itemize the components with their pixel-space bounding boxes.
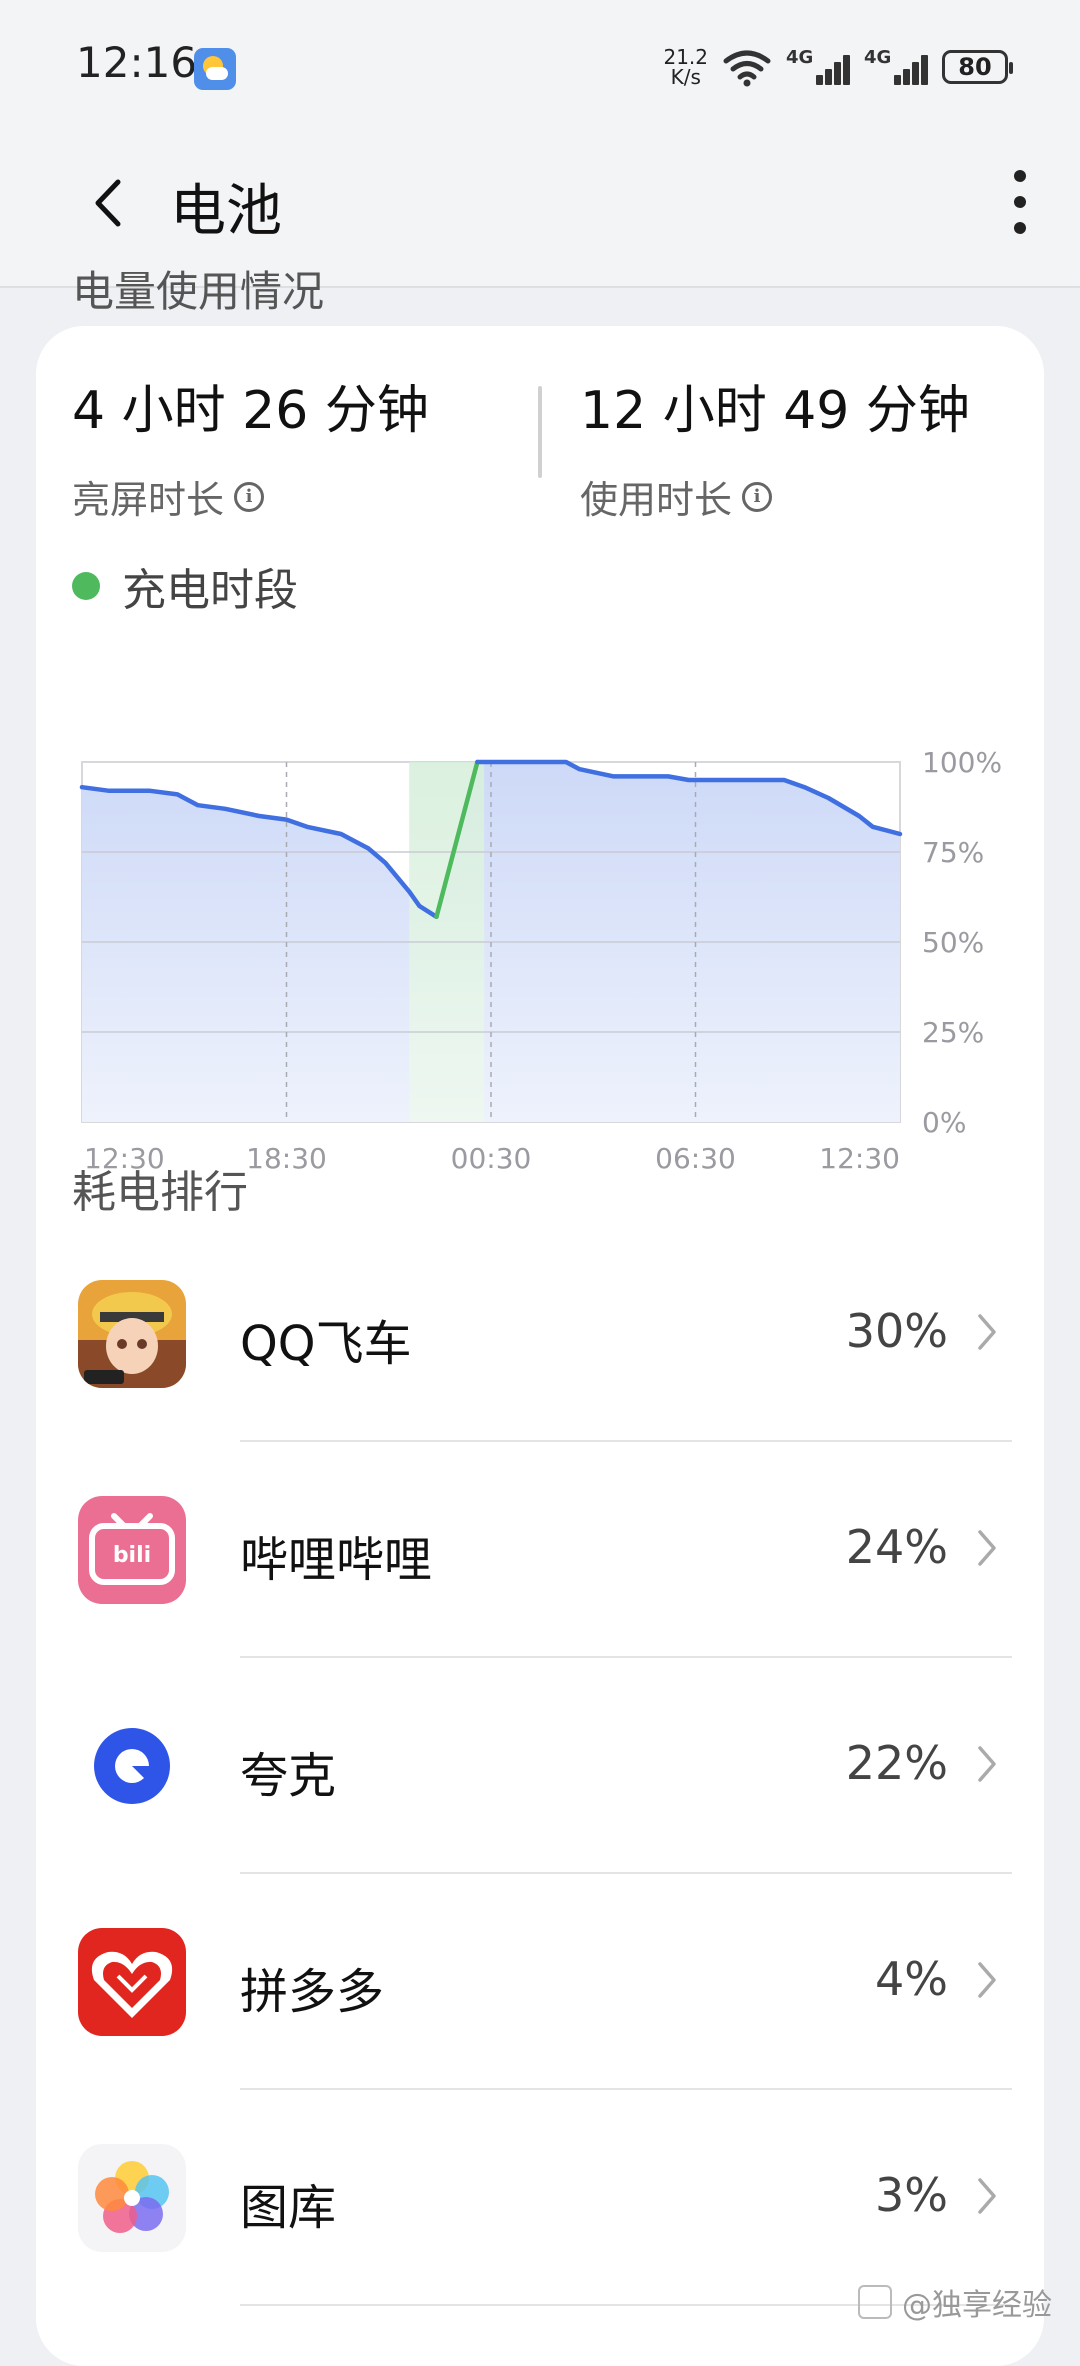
pinduoduo-icon (78, 1928, 186, 2036)
list-item[interactable]: QQ飞车 30% (36, 1226, 1044, 1442)
network-speed: 21.2 K/s (663, 45, 708, 89)
usage-time-label: 使用时长 i (580, 469, 970, 524)
battery-card: 4 小时 26 分钟 亮屏时长 i 12 小时 49 分钟 使用时长 i 充电时… (36, 326, 1044, 2366)
gallery-icon (78, 2144, 186, 2252)
x-tick-label: 12:30 (819, 1142, 900, 1175)
legend-label: 充电时段 (122, 565, 298, 616)
x-tick-label: 18:30 (246, 1142, 327, 1175)
stat-divider (538, 386, 542, 478)
chevron-right-icon (978, 1962, 996, 1998)
list-item[interactable]: bili 哔哩哔哩 24% (36, 1442, 1044, 1658)
list-item[interactable]: 图库 3% (36, 2090, 1044, 2306)
y-tick-label: 50% (922, 926, 984, 959)
app-name: 哔哩哔哩 (240, 1532, 433, 1588)
app-name: QQ飞车 (240, 1316, 412, 1372)
app-usage-percent: 4% (875, 1952, 948, 2006)
x-tick-label: 06:30 (655, 1142, 736, 1175)
chevron-right-icon (978, 2178, 996, 2214)
app-name: 图库 (240, 2180, 337, 2236)
info-icon[interactable]: i (234, 481, 265, 512)
screen-time-stat: 4 小时 26 分钟 亮屏时长 i (72, 368, 429, 524)
list-item[interactable]: 夸克 22% (36, 1658, 1044, 1874)
app-usage-percent: 22% (845, 1736, 948, 1790)
y-tick-label: 0% (922, 1106, 966, 1139)
app-name: 夸克 (240, 1748, 337, 1804)
more-options-icon[interactable] (1014, 170, 1026, 234)
chevron-right-icon (978, 1314, 996, 1350)
y-tick-label: 100% (922, 746, 1002, 779)
usage-time-value: 12 小时 49 分钟 (580, 381, 970, 441)
usage-time-stat: 12 小时 49 分钟 使用时长 i (580, 368, 970, 524)
section-title-usage: 电量使用情况 (72, 267, 325, 316)
info-icon[interactable]: i (742, 481, 773, 512)
battery-icon: 80 (942, 50, 1013, 84)
legend-dot (72, 572, 100, 600)
watermark-logo-icon (858, 2285, 892, 2319)
wifi-icon (723, 50, 771, 87)
chevron-right-icon (978, 1530, 996, 1566)
app-usage-percent: 3% (875, 2168, 948, 2222)
ranking-title: 耗电排行 (72, 1167, 248, 1218)
y-tick-label: 25% (922, 1016, 984, 1049)
screen-time-value: 4 小时 26 分钟 (72, 381, 429, 441)
app-ranking-list: QQ飞车 30% bili 哔哩哔哩 24% 夸克 22% 拼多多 4% 图库 … (36, 1226, 1044, 2306)
list-item[interactable]: 拼多多 4% (36, 1874, 1044, 2090)
status-bar: 12:16 21.2 K/s 4G 4G 80 (0, 0, 1080, 120)
status-indicators: 21.2 K/s 4G 4G 80 (663, 42, 1013, 92)
y-tick-label: 75% (922, 836, 984, 869)
back-arrow-icon[interactable] (88, 178, 128, 228)
app-name: 拼多多 (240, 1964, 385, 2020)
chevron-right-icon (978, 1746, 996, 1782)
app-usage-percent: 30% (845, 1304, 948, 1358)
qq-speed-icon (78, 1280, 186, 1388)
watermark: @独享经验 (858, 2280, 1052, 2324)
svg-text:bili: bili (113, 1543, 151, 1568)
page-title: 电池 (170, 179, 282, 244)
x-tick-label: 00:30 (451, 1142, 532, 1175)
screen-time-label: 亮屏时长 i (72, 469, 429, 524)
quark-icon (78, 1712, 186, 1820)
signal-icon: 4G (786, 47, 852, 87)
status-time: 12:16 (76, 38, 198, 87)
weather-icon (194, 48, 236, 90)
bilibili-icon: bili (78, 1496, 186, 1604)
chart-legend: 充电时段 (72, 554, 298, 618)
signal-icon: 4G (864, 47, 930, 87)
app-usage-percent: 24% (845, 1520, 948, 1574)
